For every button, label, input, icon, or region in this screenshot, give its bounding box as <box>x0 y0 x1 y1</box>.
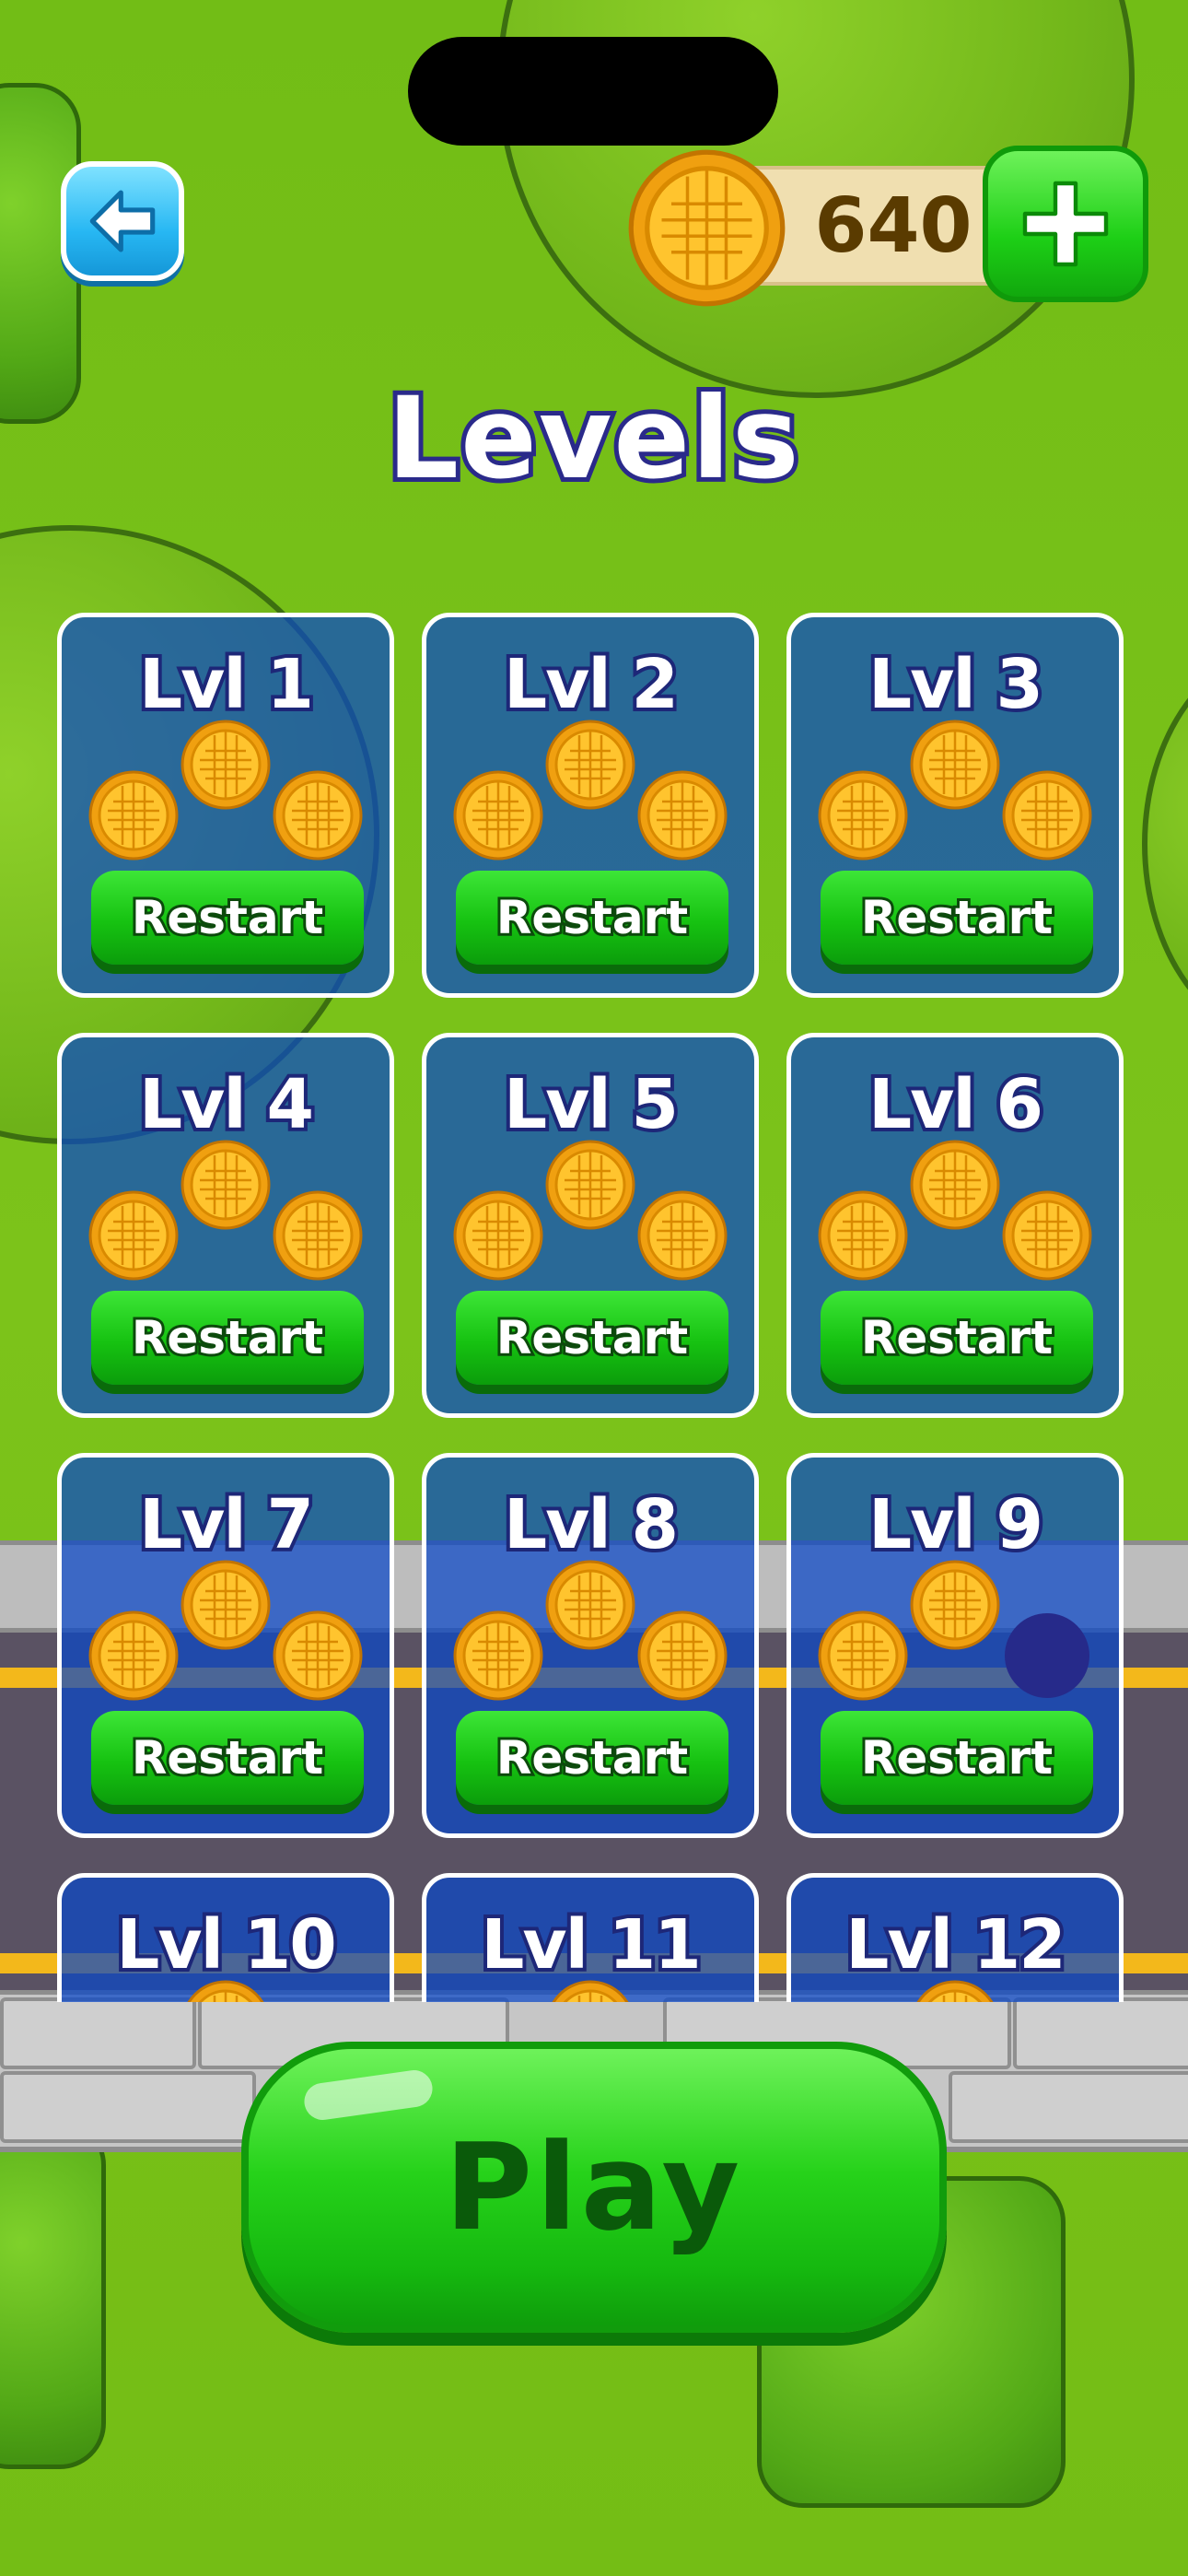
level-card[interactable]: Lvl 4 Restart <box>57 1033 394 1418</box>
coin-icon <box>181 720 271 810</box>
coin-icon <box>910 720 1000 810</box>
add-coins-button[interactable] <box>983 146 1148 302</box>
curb-brick <box>1013 1997 1188 2069</box>
level-card[interactable]: Lvl 10Restart <box>57 1873 394 2002</box>
level-grid: Lvl 1 Restart Lvl 2 Restart Lvl 3 Restart Lvl … <box>57 613 1124 2002</box>
restart-button[interactable]: Restart <box>91 1291 364 1385</box>
coin-icon <box>552 1980 629 2002</box>
back-button[interactable] <box>61 161 184 281</box>
restart-button[interactable]: Restart <box>821 1711 1093 1805</box>
arrow-left-icon <box>89 190 156 252</box>
coin-count: 640 <box>814 181 973 270</box>
restart-button[interactable]: Restart <box>91 1711 364 1805</box>
level-card[interactable]: Lvl 11Restart <box>422 1873 759 2002</box>
level-label: Lvl 1 <box>135 641 318 728</box>
coin-icon <box>181 1140 271 1230</box>
level-label: Lvl 10 <box>112 1902 341 1988</box>
coin-icon <box>88 1190 179 1281</box>
coin-icon <box>545 1140 635 1230</box>
button-shine <box>301 2067 436 2123</box>
coin-icon <box>1002 770 1092 861</box>
play-button[interactable]: Play <box>241 2042 947 2333</box>
restart-button[interactable]: Restart <box>821 871 1093 965</box>
level-label: Lvl 8 <box>500 1481 682 1568</box>
level-label: Lvl 2 <box>500 641 682 728</box>
coin-icon <box>1002 1190 1092 1281</box>
coin-icon <box>187 1980 264 2002</box>
curb-brick <box>0 2071 256 2143</box>
coin-icon <box>453 1610 543 1701</box>
coin-icon <box>637 1610 728 1701</box>
coin-icon <box>545 720 635 810</box>
restart-button[interactable]: Restart <box>456 871 728 965</box>
coin-icon <box>628 149 786 307</box>
level-card[interactable]: Lvl 3 Restart <box>786 613 1124 998</box>
coin-icon <box>818 1190 908 1281</box>
coin-icon <box>273 1610 363 1701</box>
restart-button[interactable]: Restart <box>91 871 364 965</box>
coin-icon <box>453 770 543 861</box>
device-notch <box>408 37 778 146</box>
restart-button[interactable]: Restart <box>456 1291 728 1385</box>
level-card[interactable]: Lvl 12Restart <box>786 1873 1124 2002</box>
level-label: Lvl 3 <box>865 641 1047 728</box>
level-card[interactable]: Lvl 6 Restart <box>786 1033 1124 1418</box>
play-button-label: Play <box>444 2117 744 2257</box>
coin-icon <box>910 1140 1000 1230</box>
coin-icon <box>273 770 363 861</box>
restart-button[interactable]: Restart <box>821 1291 1093 1385</box>
restart-button[interactable]: Restart <box>456 1711 728 1805</box>
level-card[interactable]: Lvl 1 Restart <box>57 613 394 998</box>
coin-icon <box>88 770 179 861</box>
level-card[interactable]: Lvl 7 Restart <box>57 1453 394 1838</box>
coin-icon <box>818 1610 908 1701</box>
coin-icon <box>637 770 728 861</box>
bush-bottom-left <box>0 2119 106 2469</box>
level-label: Lvl 6 <box>865 1061 1047 1148</box>
coin-icon <box>818 770 908 861</box>
level-grid-scroll[interactable]: Lvl 1 Restart Lvl 2 Restart Lvl 3 Restart Lvl … <box>57 613 1135 2002</box>
level-card[interactable]: Lvl 8 Restart <box>422 1453 759 1838</box>
coin-icon <box>916 1980 994 2002</box>
level-label: Lvl 9 <box>865 1481 1047 1568</box>
coin-icon <box>545 1560 635 1650</box>
coin-icon <box>88 1610 179 1701</box>
coin-icon <box>910 1560 1000 1650</box>
coin-icon <box>181 1560 271 1650</box>
level-label: Lvl 12 <box>842 1902 1070 1988</box>
level-card[interactable]: Lvl 2 Restart <box>422 613 759 998</box>
level-label: Lvl 4 <box>135 1061 318 1148</box>
level-card[interactable]: Lvl 5 Restart <box>422 1033 759 1418</box>
level-label: Lvl 11 <box>477 1902 705 1988</box>
coin-icon <box>637 1190 728 1281</box>
empty-coin-slot-icon <box>1005 1613 1089 1698</box>
coin-icon <box>273 1190 363 1281</box>
page-title: Levels <box>382 369 803 509</box>
curb-brick <box>0 1997 196 2069</box>
plus-icon <box>1022 181 1109 267</box>
curb-brick <box>949 2071 1188 2143</box>
coin-icon <box>453 1190 543 1281</box>
level-card[interactable]: Lvl 9 Restart <box>786 1453 1124 1838</box>
level-label: Lvl 5 <box>500 1061 682 1148</box>
level-label: Lvl 7 <box>135 1481 318 1568</box>
